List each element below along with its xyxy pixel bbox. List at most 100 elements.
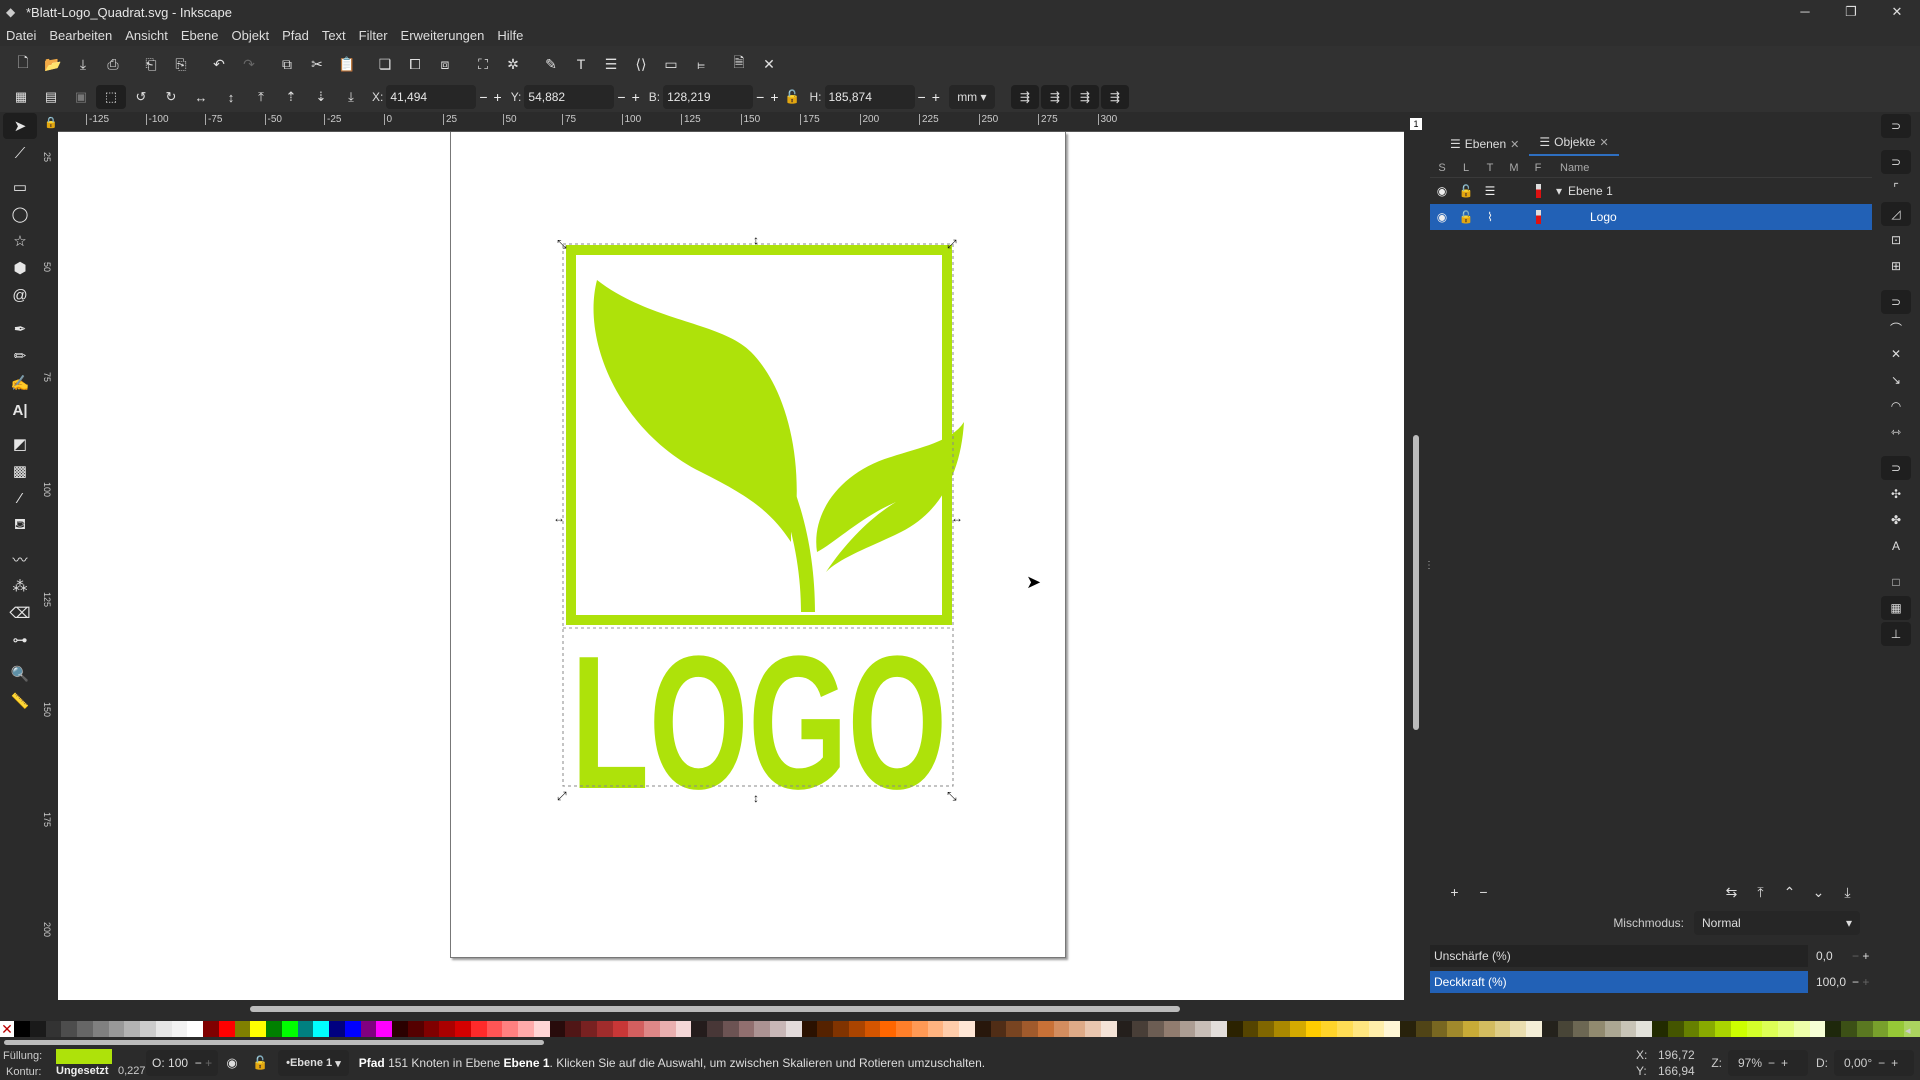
palette-swatch[interactable] (974, 1021, 991, 1037)
palette-swatch[interactable] (518, 1021, 534, 1037)
palette-swatch[interactable] (659, 1021, 676, 1037)
object-properties-icon[interactable]: ▭ (656, 51, 686, 77)
palette-swatch[interactable] (785, 1021, 802, 1037)
menu-text[interactable]: Text (322, 28, 346, 43)
palette-swatch[interactable] (108, 1021, 125, 1037)
palette-swatch[interactable] (1116, 1021, 1133, 1037)
palette-swatch[interactable] (628, 1021, 644, 1037)
palette-swatch[interactable] (848, 1021, 865, 1037)
palette-swatch[interactable] (360, 1021, 377, 1037)
palette-swatch[interactable] (1384, 1021, 1400, 1037)
clone-icon[interactable]: ⧠ (400, 51, 430, 77)
snap-midpoint-icon[interactable]: ⇿ (1881, 420, 1911, 444)
menu-bearbeiten[interactable]: Bearbeiten (49, 28, 112, 43)
lower-icon[interactable]: ⇣ (306, 85, 336, 109)
raise-to-top-icon[interactable]: ⤒ (246, 85, 276, 109)
unlink-clone-icon[interactable]: ⧈ (430, 51, 460, 77)
x-increment-button[interactable]: + (494, 89, 502, 105)
palette-swatch[interactable] (1274, 1021, 1290, 1037)
eraser-tool-icon[interactable]: ⌫ (3, 600, 37, 626)
lower-to-bottom-icon[interactable]: ⤓ (1833, 884, 1862, 901)
palette-swatch[interactable] (1085, 1021, 1101, 1037)
palette-swatch[interactable] (1148, 1021, 1164, 1037)
opacity-decrement-button[interactable]: − (195, 1056, 202, 1070)
document-properties-icon[interactable]: 🗎 (724, 51, 754, 77)
palette-swatch[interactable] (896, 1021, 912, 1037)
export-icon[interactable]: ⎘ (166, 51, 196, 77)
menu-hilfe[interactable]: Hilfe (497, 28, 523, 43)
scale-stroke-toggle[interactable]: ⇶ (1010, 85, 1039, 109)
raise-to-top-icon[interactable]: ⤒ (1746, 884, 1775, 901)
y-decrement-button[interactable]: − (617, 89, 625, 105)
transform-gradients-toggle[interactable]: ⇶ (1070, 85, 1099, 109)
rectangle-tool-icon[interactable]: ▭ (3, 174, 37, 200)
pencil-tool-icon[interactable]: ✏ (3, 343, 37, 369)
scale-handle-e[interactable]: ↔ (951, 512, 963, 524)
palette-swatch[interactable] (502, 1021, 518, 1037)
blur-value[interactable]: 0,0 (1816, 949, 1852, 963)
palette-swatch[interactable] (61, 1021, 77, 1037)
palette-swatch[interactable] (140, 1021, 156, 1037)
palette-swatch[interactable] (707, 1021, 723, 1037)
preferences-icon[interactable]: ✕ (754, 51, 784, 77)
transform-patterns-toggle[interactable]: ⇶ (1100, 85, 1129, 109)
palette-swatch[interactable] (959, 1021, 975, 1037)
rotate-cw-icon[interactable]: ↻ (156, 85, 186, 109)
palette-swatch[interactable] (1037, 1021, 1054, 1037)
ungroup-icon[interactable]: ✲ (498, 51, 528, 77)
scale-handle-ne[interactable]: ⤢ (947, 238, 957, 250)
snap-bbox-center-icon[interactable]: ⊞ (1881, 254, 1911, 278)
undo-icon[interactable]: ↶ (204, 51, 234, 77)
close-tab-objekte-icon[interactable]: ✕ (1599, 136, 1608, 149)
opacity-slider[interactable]: Deckkraft (%) 100,0 − + (1430, 970, 1872, 994)
width-input[interactable]: 128,219 (663, 85, 754, 109)
snap-bbox-icon[interactable]: ⊃ (1881, 150, 1911, 174)
palette-swatch[interactable] (1368, 1021, 1385, 1037)
maximize-button[interactable]: ❐ (1828, 0, 1874, 24)
layer-visibility-eye-icon[interactable]: ◉ (218, 1055, 246, 1071)
palette-scrollbar[interactable] (4, 1040, 544, 1045)
scale-handle-nw[interactable]: ⤡ (557, 238, 567, 250)
select-all-layers-icon[interactable]: ▤ (36, 85, 66, 109)
palette-swatch[interactable] (203, 1021, 219, 1037)
palette-swatch[interactable] (266, 1021, 282, 1037)
palette-swatch[interactable] (1667, 1021, 1684, 1037)
opacity-decrement-button[interactable]: − (1852, 975, 1859, 989)
menu-ansicht[interactable]: Ansicht (125, 28, 168, 43)
redo-icon[interactable]: ↷ (234, 51, 264, 77)
blur-slider[interactable]: Unschärfe (%) 0,0 − + (1430, 944, 1872, 968)
unlock-icon[interactable]: 🔓 (1454, 210, 1478, 224)
palette-swatch[interactable] (738, 1021, 755, 1037)
palette-swatch[interactable] (1053, 1021, 1070, 1037)
stroke-width[interactable]: 0,227 (118, 1065, 146, 1077)
snap-intersection-icon[interactable]: ✕ (1881, 342, 1911, 366)
snap-rotation-center-icon[interactable]: ✤ (1881, 508, 1911, 532)
menu-datei[interactable]: Datei (6, 28, 36, 43)
snap-toggle-icon[interactable]: ⊃ (1881, 114, 1911, 138)
spiral-tool-icon[interactable]: @ (3, 282, 37, 308)
palette-swatch[interactable] (1242, 1021, 1259, 1037)
import-icon[interactable]: ⎗ (136, 51, 166, 77)
snap-others-icon[interactable]: ⊃ (1881, 456, 1911, 480)
layers-icon[interactable]: ☰ (596, 51, 626, 77)
palette-swatch[interactable] (313, 1021, 329, 1037)
palette-swatch[interactable] (1825, 1021, 1841, 1037)
bezier-tool-icon[interactable]: ✒ (3, 316, 37, 342)
palette-swatch[interactable] (1510, 1021, 1526, 1037)
flip-horizontal-icon[interactable]: ↔ (186, 85, 216, 109)
palette-swatch[interactable] (1494, 1021, 1511, 1037)
palette-swatch[interactable] (1289, 1021, 1306, 1037)
zoom-value[interactable]: 97% (1738, 1056, 1762, 1070)
scale-handle-sw[interactable]: ⤢ (557, 790, 567, 802)
paint-bucket-tool-icon[interactable]: ⛾ (3, 512, 37, 538)
palette-swatch[interactable] (455, 1021, 471, 1037)
height-input[interactable]: 185,874 (824, 85, 915, 109)
deselect-icon[interactable]: ▣ (66, 85, 96, 109)
height-increment-button[interactable]: + (932, 89, 940, 105)
text-font-icon[interactable]: T (566, 51, 596, 77)
expand-triangle-icon[interactable]: ▾ (1556, 184, 1562, 198)
close-button[interactable]: ✕ (1874, 0, 1920, 24)
palette-swatch[interactable] (218, 1021, 235, 1037)
y-increment-button[interactable]: + (632, 89, 640, 105)
palette-swatch[interactable] (439, 1021, 455, 1037)
